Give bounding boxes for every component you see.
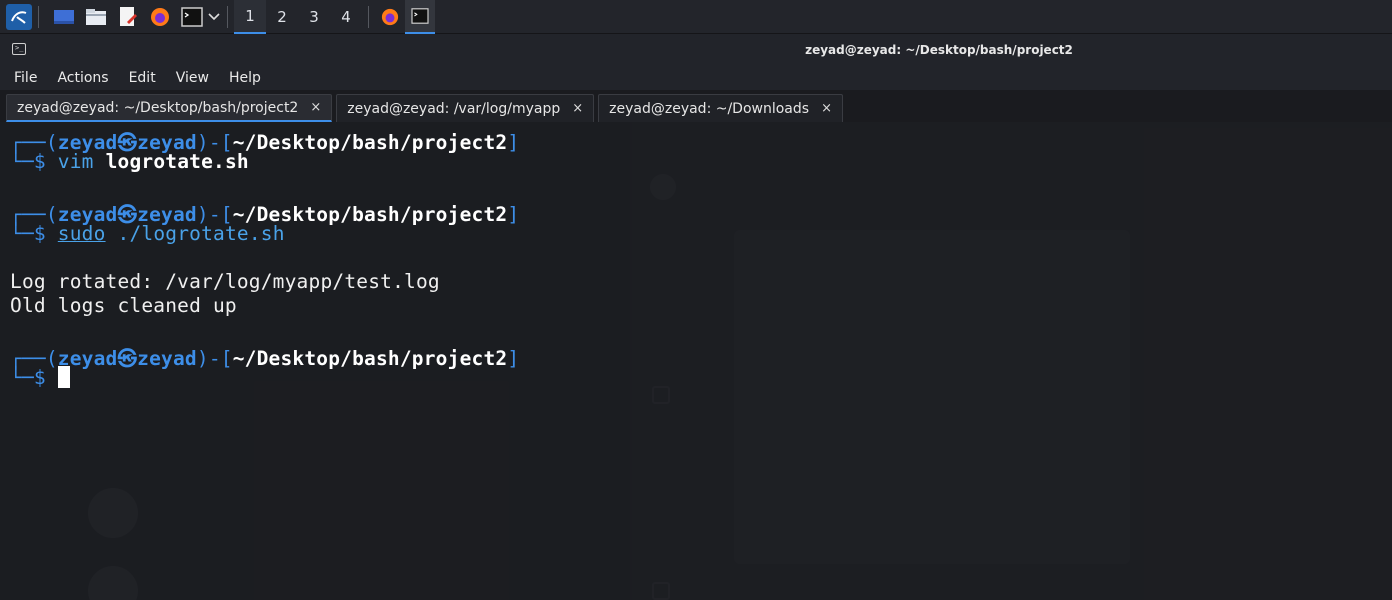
tab-bar: zeyad@zeyad: ~/Desktop/bash/project2 × z…: [0, 90, 1392, 122]
command-argument: ./logrotate.sh: [117, 222, 285, 245]
prompt-dollar: $: [33, 222, 46, 245]
show-desktop-icon[interactable]: [51, 4, 77, 30]
command-line: └─$ sudo ./logrotate.sh: [10, 222, 285, 245]
workspace-1[interactable]: 1: [234, 0, 266, 34]
prompt-frame: └─: [10, 366, 34, 389]
close-icon[interactable]: ×: [821, 101, 832, 116]
workspace-3[interactable]: 3: [298, 0, 330, 34]
prompt-separator: ㉿: [117, 347, 138, 370]
command-line: └─$ vim logrotate.sh: [10, 150, 249, 173]
tab-downloads[interactable]: zeyad@zeyad: ~/Downloads ×: [598, 94, 843, 122]
taskbar-separator: [38, 5, 39, 28]
menu-edit[interactable]: Edit: [125, 70, 160, 86]
prompt-path: ~/Desktop/bash/project2: [232, 347, 508, 370]
prompt-frame: ]: [507, 347, 520, 370]
workspace-2[interactable]: 2: [266, 0, 298, 34]
tab-label: zeyad@zeyad: ~/Downloads: [609, 100, 810, 117]
command-name: vim: [57, 150, 94, 173]
terminal-output[interactable]: ┌──(zeyad㉿zeyad)-[~/Desktop/bash/project…: [0, 122, 1392, 600]
terminal-launcher-icon[interactable]: [179, 4, 205, 30]
prompt-host: zeyad: [137, 347, 197, 370]
window-titlebar[interactable]: >_ zeyad@zeyad: ~/Desktop/bash/project2: [0, 34, 1392, 66]
chevron-down-icon[interactable]: [207, 4, 221, 30]
tab-label: zeyad@zeyad: ~/Desktop/bash/project2: [17, 99, 299, 116]
prompt-frame: └─: [10, 150, 34, 173]
tab-project2[interactable]: zeyad@zeyad: ~/Desktop/bash/project2 ×: [6, 94, 333, 122]
firefox-window-button[interactable]: [375, 0, 405, 34]
output-line: Old logs cleaned up: [10, 294, 237, 317]
text-cursor: [57, 366, 70, 388]
text-editor-icon[interactable]: [115, 4, 141, 30]
workspace-4[interactable]: 4: [330, 0, 362, 34]
prompt-dollar: $: [33, 366, 46, 389]
tab-label: zeyad@zeyad: /var/log/myapp: [347, 100, 561, 117]
firefox-icon[interactable]: [147, 4, 173, 30]
taskbar: 1 2 3 4: [0, 0, 1392, 34]
prompt-line: ┌──(zeyad㉿zeyad)-[~/Desktop/bash/project…: [10, 342, 519, 371]
menu-bar: File Actions Edit View Help: [0, 66, 1392, 90]
command-line[interactable]: └─$: [10, 366, 70, 389]
command-name: sudo: [57, 222, 106, 245]
prompt-path: ~/Desktop/bash/project2: [232, 131, 508, 154]
file-manager-icon[interactable]: [83, 4, 109, 30]
prompt-dollar: $: [33, 150, 46, 173]
output-line: Log rotated: /var/log/myapp/test.log: [10, 270, 440, 293]
taskbar-separator: [368, 5, 369, 28]
tab-myapp[interactable]: zeyad@zeyad: /var/log/myapp ×: [336, 94, 595, 122]
command-argument: logrotate.sh: [105, 150, 249, 173]
prompt-frame: )-[: [196, 347, 233, 370]
menu-actions[interactable]: Actions: [53, 70, 112, 86]
close-icon[interactable]: ×: [572, 101, 583, 116]
terminal-icon: [411, 7, 429, 24]
prompt-frame: ]: [507, 203, 520, 226]
kali-menu-icon[interactable]: [6, 3, 32, 30]
taskbar-separator: [227, 5, 228, 28]
prompt-frame: ]: [507, 131, 520, 154]
prompt-frame: └─: [10, 222, 34, 245]
close-icon[interactable]: ×: [310, 100, 321, 115]
menu-file[interactable]: File: [10, 70, 41, 86]
terminal-window-button[interactable]: [405, 0, 435, 34]
menu-view[interactable]: View: [172, 70, 213, 86]
firefox-icon: [381, 8, 399, 25]
menu-help[interactable]: Help: [225, 70, 265, 86]
window-title: zeyad@zeyad: ~/Desktop/bash/project2: [805, 43, 1073, 57]
